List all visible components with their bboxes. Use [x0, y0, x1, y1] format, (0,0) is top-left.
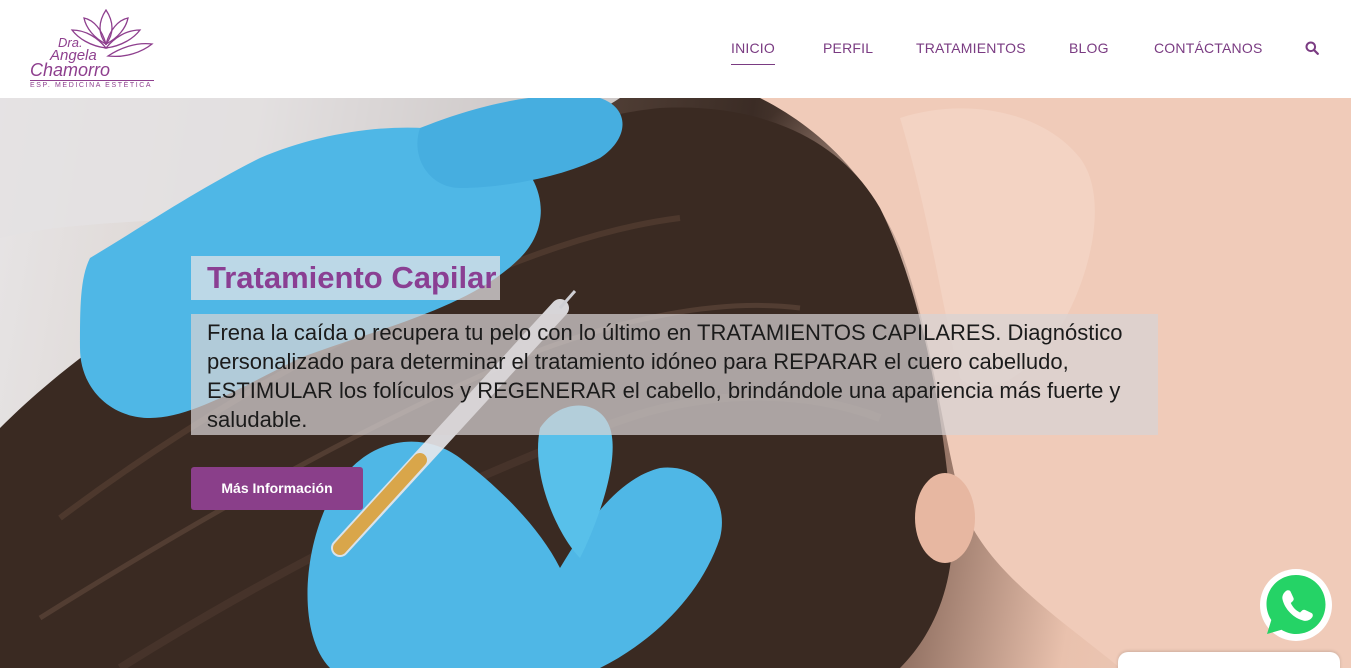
hero-banner: Tratamiento Capilar Frena la caída o rec… [0, 98, 1351, 668]
hero-description-box: Frena la caída o recupera tu pelo con lo… [191, 314, 1158, 435]
chat-widget-tab[interactable] [1118, 652, 1340, 668]
site-header: Dra. Angela Chamorro ESP. MEDICINA ESTÉT… [0, 0, 1351, 98]
hero-description: Frena la caída o recupera tu pelo con lo… [207, 320, 1123, 432]
nav-item-tratamientos[interactable]: TRATAMIENTOS [916, 40, 1026, 56]
nav-item-blog[interactable]: BLOG [1069, 40, 1109, 56]
main-nav: INICIO PERFIL TRATAMIENTOS BLOG CONTÁCTA… [0, 40, 1351, 70]
whatsapp-icon[interactable] [1259, 568, 1333, 642]
nav-item-contactanos[interactable]: CONTÁCTANOS [1154, 40, 1263, 56]
logo-subtitle: ESP. MEDICINA ESTÉTICA [30, 82, 153, 89]
logo-divider [30, 80, 154, 81]
search-icon[interactable] [1305, 41, 1319, 55]
hero-title: Tratamiento Capilar [207, 260, 497, 295]
more-info-button[interactable]: Más Información [191, 467, 363, 510]
nav-item-inicio[interactable]: INICIO [731, 40, 775, 65]
nav-item-perfil[interactable]: PERFIL [823, 40, 873, 56]
hero-title-box: Tratamiento Capilar [191, 256, 500, 300]
